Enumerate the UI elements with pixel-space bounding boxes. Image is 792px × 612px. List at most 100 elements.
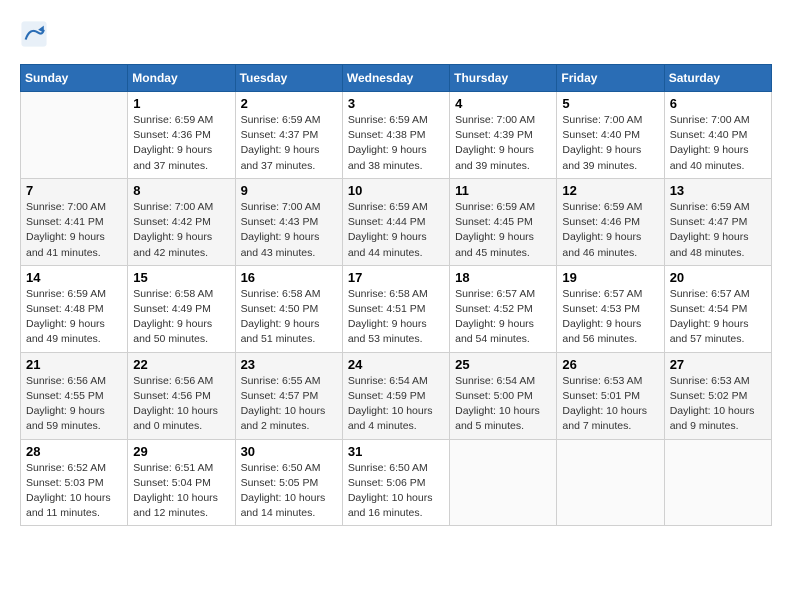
day-of-week-header: Friday	[557, 65, 664, 92]
calendar-cell: 11 Sunrise: 6:59 AMSunset: 4:45 PMDayligh…	[450, 178, 557, 265]
calendar-cell: 28 Sunrise: 6:52 AMSunset: 5:03 PMDayligh…	[21, 439, 128, 526]
calendar-cell: 20 Sunrise: 6:57 AMSunset: 4:54 PMDayligh…	[664, 265, 771, 352]
day-of-week-header: Thursday	[450, 65, 557, 92]
calendar-cell	[664, 439, 771, 526]
day-number: 7	[26, 183, 122, 198]
calendar-cell: 18 Sunrise: 6:57 AMSunset: 4:52 PMDayligh…	[450, 265, 557, 352]
day-number: 19	[562, 270, 658, 285]
logo-icon	[20, 20, 48, 48]
day-info: Sunrise: 6:57 AMSunset: 4:54 PMDaylight:…	[670, 287, 766, 348]
day-number: 9	[241, 183, 337, 198]
calendar-header-row: SundayMondayTuesdayWednesdayThursdayFrid…	[21, 65, 772, 92]
calendar-cell: 30 Sunrise: 6:50 AMSunset: 5:05 PMDayligh…	[235, 439, 342, 526]
day-info: Sunrise: 6:57 AMSunset: 4:52 PMDaylight:…	[455, 287, 551, 348]
day-number: 16	[241, 270, 337, 285]
day-of-week-header: Wednesday	[342, 65, 449, 92]
day-number: 20	[670, 270, 766, 285]
day-info: Sunrise: 6:55 AMSunset: 4:57 PMDaylight:…	[241, 374, 337, 435]
day-info: Sunrise: 6:59 AMSunset: 4:47 PMDaylight:…	[670, 200, 766, 261]
calendar-cell: 17 Sunrise: 6:58 AMSunset: 4:51 PMDayligh…	[342, 265, 449, 352]
day-number: 4	[455, 96, 551, 111]
calendar-week-row: 28 Sunrise: 6:52 AMSunset: 5:03 PMDayligh…	[21, 439, 772, 526]
day-info: Sunrise: 6:59 AMSunset: 4:48 PMDaylight:…	[26, 287, 122, 348]
calendar-week-row: 1 Sunrise: 6:59 AMSunset: 4:36 PMDaylight…	[21, 92, 772, 179]
day-number: 11	[455, 183, 551, 198]
page-header	[20, 20, 772, 48]
calendar-cell: 15 Sunrise: 6:58 AMSunset: 4:49 PMDayligh…	[128, 265, 235, 352]
calendar-cell: 4 Sunrise: 7:00 AMSunset: 4:39 PMDaylight…	[450, 92, 557, 179]
day-number: 17	[348, 270, 444, 285]
day-number: 23	[241, 357, 337, 372]
day-number: 2	[241, 96, 337, 111]
day-info: Sunrise: 6:54 AMSunset: 4:59 PMDaylight:…	[348, 374, 444, 435]
calendar-week-row: 7Sunrise: 7:00 AMSunset: 4:41 PMDaylight…	[21, 178, 772, 265]
calendar-week-row: 14Sunrise: 6:59 AMSunset: 4:48 PMDayligh…	[21, 265, 772, 352]
day-info: Sunrise: 6:57 AMSunset: 4:53 PMDaylight:…	[562, 287, 658, 348]
day-number: 24	[348, 357, 444, 372]
calendar-cell: 1 Sunrise: 6:59 AMSunset: 4:36 PMDaylight…	[128, 92, 235, 179]
day-info: Sunrise: 6:59 AMSunset: 4:36 PMDaylight:…	[133, 113, 229, 174]
calendar-cell: 3 Sunrise: 6:59 AMSunset: 4:38 PMDaylight…	[342, 92, 449, 179]
calendar-cell: 26 Sunrise: 6:53 AMSunset: 5:01 PMDayligh…	[557, 352, 664, 439]
day-info: Sunrise: 6:59 AMSunset: 4:45 PMDaylight:…	[455, 200, 551, 261]
day-info: Sunrise: 6:52 AMSunset: 5:03 PMDaylight:…	[26, 461, 122, 522]
calendar-cell: 5 Sunrise: 7:00 AMSunset: 4:40 PMDaylight…	[557, 92, 664, 179]
day-number: 15	[133, 270, 229, 285]
day-number: 28	[26, 444, 122, 459]
day-info: Sunrise: 7:00 AMSunset: 4:39 PMDaylight:…	[455, 113, 551, 174]
day-info: Sunrise: 6:51 AMSunset: 5:04 PMDaylight:…	[133, 461, 229, 522]
day-number: 30	[241, 444, 337, 459]
day-info: Sunrise: 6:59 AMSunset: 4:38 PMDaylight:…	[348, 113, 444, 174]
calendar-cell: 31Sunrise: 6:50 AMSunset: 5:06 PMDayligh…	[342, 439, 449, 526]
calendar-cell: 6Sunrise: 7:00 AMSunset: 4:40 PMDaylight…	[664, 92, 771, 179]
calendar-cell: 25Sunrise: 6:54 AMSunset: 5:00 PMDayligh…	[450, 352, 557, 439]
day-info: Sunrise: 6:58 AMSunset: 4:50 PMDaylight:…	[241, 287, 337, 348]
logo	[20, 20, 50, 48]
day-info: Sunrise: 6:56 AMSunset: 4:56 PMDaylight:…	[133, 374, 229, 435]
calendar-cell: 2 Sunrise: 6:59 AMSunset: 4:37 PMDaylight…	[235, 92, 342, 179]
day-info: Sunrise: 6:53 AMSunset: 5:01 PMDaylight:…	[562, 374, 658, 435]
day-number: 18	[455, 270, 551, 285]
day-number: 1	[133, 96, 229, 111]
calendar-cell: 24 Sunrise: 6:54 AMSunset: 4:59 PMDayligh…	[342, 352, 449, 439]
day-info: Sunrise: 6:59 AMSunset: 4:44 PMDaylight:…	[348, 200, 444, 261]
day-number: 3	[348, 96, 444, 111]
calendar-week-row: 21Sunrise: 6:56 AMSunset: 4:55 PMDayligh…	[21, 352, 772, 439]
calendar-cell: 7Sunrise: 7:00 AMSunset: 4:41 PMDaylight…	[21, 178, 128, 265]
day-info: Sunrise: 6:59 AMSunset: 4:37 PMDaylight:…	[241, 113, 337, 174]
calendar-cell: 14Sunrise: 6:59 AMSunset: 4:48 PMDayligh…	[21, 265, 128, 352]
calendar-cell: 13 Sunrise: 6:59 AMSunset: 4:47 PMDayligh…	[664, 178, 771, 265]
day-number: 26	[562, 357, 658, 372]
day-info: Sunrise: 6:58 AMSunset: 4:49 PMDaylight:…	[133, 287, 229, 348]
calendar-cell: 12Sunrise: 6:59 AMSunset: 4:46 PMDayligh…	[557, 178, 664, 265]
calendar-cell: 27 Sunrise: 6:53 AMSunset: 5:02 PMDayligh…	[664, 352, 771, 439]
day-number: 13	[670, 183, 766, 198]
calendar-cell: 23 Sunrise: 6:55 AMSunset: 4:57 PMDayligh…	[235, 352, 342, 439]
day-info: Sunrise: 7:00 AMSunset: 4:42 PMDaylight:…	[133, 200, 229, 261]
day-info: Sunrise: 6:59 AMSunset: 4:46 PMDaylight:…	[562, 200, 658, 261]
day-number: 31	[348, 444, 444, 459]
day-info: Sunrise: 6:58 AMSunset: 4:51 PMDaylight:…	[348, 287, 444, 348]
calendar-cell: 8 Sunrise: 7:00 AMSunset: 4:42 PMDaylight…	[128, 178, 235, 265]
day-number: 22	[133, 357, 229, 372]
calendar-cell: 10 Sunrise: 6:59 AMSunset: 4:44 PMDayligh…	[342, 178, 449, 265]
day-number: 6	[670, 96, 766, 111]
day-number: 10	[348, 183, 444, 198]
day-number: 29	[133, 444, 229, 459]
calendar-table: SundayMondayTuesdayWednesdayThursdayFrid…	[20, 64, 772, 526]
calendar-cell	[450, 439, 557, 526]
day-of-week-header: Tuesday	[235, 65, 342, 92]
day-info: Sunrise: 6:53 AMSunset: 5:02 PMDaylight:…	[670, 374, 766, 435]
day-info: Sunrise: 7:00 AMSunset: 4:43 PMDaylight:…	[241, 200, 337, 261]
day-info: Sunrise: 6:54 AMSunset: 5:00 PMDaylight:…	[455, 374, 551, 435]
day-of-week-header: Sunday	[21, 65, 128, 92]
day-number: 27	[670, 357, 766, 372]
day-info: Sunrise: 6:50 AMSunset: 5:05 PMDaylight:…	[241, 461, 337, 522]
day-number: 5	[562, 96, 658, 111]
day-info: Sunrise: 7:00 AMSunset: 4:40 PMDaylight:…	[562, 113, 658, 174]
calendar-cell: 22 Sunrise: 6:56 AMSunset: 4:56 PMDayligh…	[128, 352, 235, 439]
calendar-cell: 21Sunrise: 6:56 AMSunset: 4:55 PMDayligh…	[21, 352, 128, 439]
calendar-cell: 16 Sunrise: 6:58 AMSunset: 4:50 PMDayligh…	[235, 265, 342, 352]
day-number: 8	[133, 183, 229, 198]
calendar-cell	[557, 439, 664, 526]
